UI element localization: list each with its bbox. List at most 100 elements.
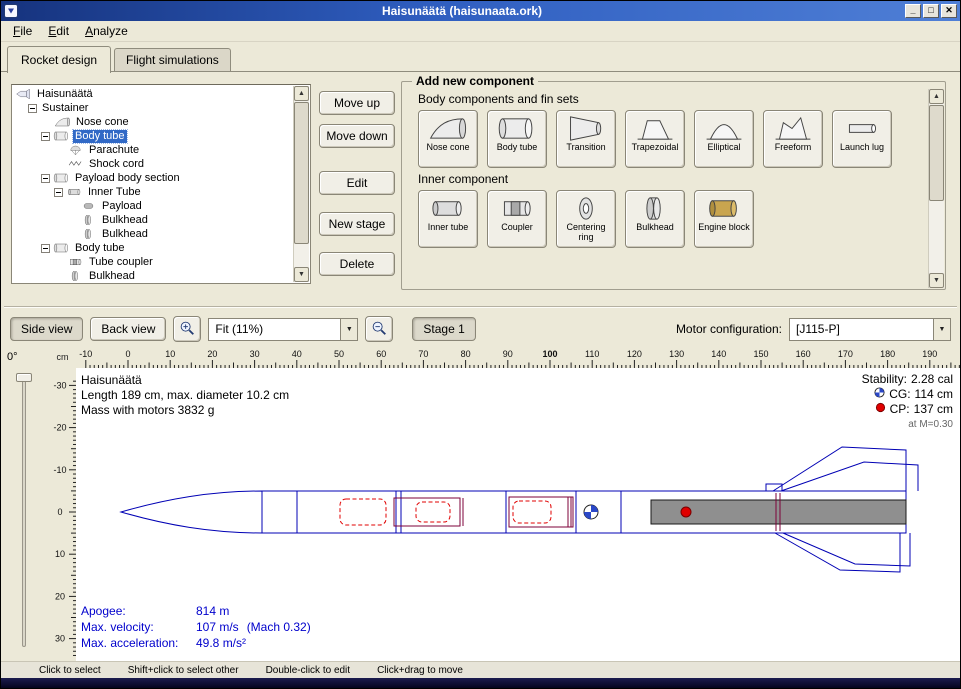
zoom-out-icon <box>370 319 388 340</box>
titlebar[interactable]: Haisunäätä (haisunaata.ork) _ □ ✕ <box>1 1 960 21</box>
stability-label: Stability: <box>862 372 907 387</box>
zoom-in-button[interactable] <box>173 316 201 342</box>
cp-marker <box>681 507 691 517</box>
inner-components-label: Inner component <box>418 172 939 186</box>
diagram-canvas[interactable]: Haisunäätä Length 189 cm, max. diameter … <box>76 368 960 661</box>
motor-config-select[interactable]: [J115-P] ▼ <box>789 318 951 341</box>
add-transition-button[interactable]: Transition <box>556 110 616 168</box>
back-view-button[interactable]: Back view <box>90 317 166 341</box>
add-body-tube-button[interactable]: Body tube <box>487 110 547 168</box>
side-view-button[interactable]: Side view <box>10 317 83 341</box>
add-coupler-button[interactable]: Coupler <box>487 190 547 248</box>
svg-text:80: 80 <box>461 349 471 359</box>
add-bulkhead-button[interactable]: Bulkhead <box>625 190 685 248</box>
app-icon[interactable] <box>4 4 18 18</box>
palette-scrollbar[interactable]: ▲ ▼ <box>928 89 944 288</box>
palette-row-1: Inner tubeCouplerCentering ringBulkheadE… <box>418 190 939 248</box>
collapse-icon[interactable] <box>41 174 50 183</box>
add-elliptical-button[interactable]: Elliptical <box>694 110 754 168</box>
tree-item-bulkhead[interactable]: Bulkhead <box>13 269 293 282</box>
cg-marker <box>584 505 598 519</box>
status-hint: Double-click to edit <box>266 665 350 676</box>
add-trapezoidal-button[interactable]: Trapezoidal <box>625 110 685 168</box>
launchlug-icon <box>842 114 882 143</box>
fin-top-outline <box>773 447 906 491</box>
delete-button[interactable]: Delete <box>319 252 395 276</box>
main-window: Haisunäätä (haisunaata.ork) _ □ ✕ File E… <box>0 0 961 689</box>
tree-item-parachute[interactable]: Parachute <box>13 143 293 157</box>
tree-item-sustainer[interactable]: Sustainer <box>13 101 293 115</box>
add-centering-ring-button[interactable]: Centering ring <box>556 190 616 248</box>
tree-item-tube-coupler[interactable]: Tube coupler <box>13 255 293 269</box>
tree-item-body-tube[interactable]: Body tube <box>13 241 293 255</box>
shockcord-icon <box>67 158 84 170</box>
svg-text:60: 60 <box>376 349 386 359</box>
tree-item-inner-tube[interactable]: Inner Tube <box>13 185 293 199</box>
rotation-slider-handle[interactable] <box>16 373 32 382</box>
menu-analyze[interactable]: Analyze <box>77 22 136 40</box>
motor-config-label: Motor configuration: <box>676 322 782 336</box>
tree-item-bulkhead[interactable]: Bulkhead <box>13 213 293 227</box>
tree-item-nose-cone[interactable]: Nose cone <box>13 115 293 129</box>
cp-value: 137 cm <box>914 402 953 417</box>
palette-scroll-thumb[interactable] <box>929 105 944 201</box>
scroll-up-icon[interactable]: ▲ <box>929 89 944 104</box>
component-tree-panel: HaisunäätäSustainerNose coneBody tubePar… <box>11 84 311 284</box>
collapse-icon[interactable] <box>41 132 50 141</box>
fin-bottom-2-outline <box>783 533 910 566</box>
svg-text:-20: -20 <box>53 423 66 433</box>
tree-item-label: Bulkhead <box>100 214 150 227</box>
add-engine-block-button[interactable]: Engine block <box>694 190 754 248</box>
scroll-up-icon[interactable]: ▲ <box>294 86 309 101</box>
status-hint: Click to select <box>39 665 101 676</box>
add-launch-lug-button[interactable]: Launch lug <box>832 110 892 168</box>
chevron-down-icon[interactable]: ▼ <box>340 319 357 340</box>
tree-scrollbar[interactable]: ▲ ▼ <box>293 86 309 282</box>
zoom-out-button[interactable] <box>365 316 393 342</box>
menu-edit[interactable]: Edit <box>40 22 77 40</box>
rotation-slider[interactable] <box>22 374 26 647</box>
svg-text:70: 70 <box>418 349 428 359</box>
chevron-down-icon[interactable]: ▼ <box>933 319 950 340</box>
nosecone-icon <box>54 116 71 128</box>
tree-item-body-tube[interactable]: Body tube <box>13 129 293 143</box>
view-toolbar: Side view Back view Fit (11%) ▼ Stage 1 … <box>1 312 960 346</box>
tree-item-label: Parachute <box>87 144 141 157</box>
scroll-down-icon[interactable]: ▼ <box>929 273 944 288</box>
minimize-button[interactable]: _ <box>905 4 921 18</box>
bulkhead-icon <box>67 270 84 282</box>
zoom-level-select[interactable]: Fit (11%) ▼ <box>208 318 358 341</box>
maximize-button[interactable]: □ <box>923 4 939 18</box>
new-stage-button[interactable]: New stage <box>319 212 395 236</box>
tree-item-payload[interactable]: Payload <box>13 199 293 213</box>
add-nose-cone-button[interactable]: Nose cone <box>418 110 478 168</box>
tab-flight-simulations[interactable]: Flight simulations <box>114 48 231 72</box>
tab-rocket-design[interactable]: Rocket design <box>7 46 111 73</box>
collapse-icon[interactable] <box>54 188 63 197</box>
tree-item-bulkhead[interactable]: Bulkhead <box>13 227 293 241</box>
tree-item-label: Sustainer <box>40 102 90 115</box>
bulkhead-icon <box>80 214 97 226</box>
close-button[interactable]: ✕ <box>941 4 957 18</box>
add-inner-tube-button[interactable]: Inner tube <box>418 190 478 248</box>
menu-file[interactable]: File <box>5 22 40 40</box>
cg-label: CG: <box>889 387 910 402</box>
acceleration-label: Max. acceleration: <box>81 635 196 651</box>
add-freeform-button[interactable]: Freeform <box>763 110 823 168</box>
scroll-down-icon[interactable]: ▼ <box>294 267 309 282</box>
tree-item-payload-body-section[interactable]: Payload body section <box>13 171 293 185</box>
tree-item-haisun-t[interactable]: Haisunäätä <box>13 87 293 101</box>
move-up-button[interactable]: Move up <box>319 91 395 115</box>
status-hint: Shift+click to select other <box>128 665 239 676</box>
stage-1-toggle[interactable]: Stage 1 <box>412 317 475 341</box>
edit-button[interactable]: Edit <box>319 171 395 195</box>
transition-icon <box>566 114 606 143</box>
svg-text:170: 170 <box>838 349 853 359</box>
tree-scroll-thumb[interactable] <box>294 102 309 244</box>
collapse-icon[interactable] <box>28 104 37 113</box>
tree-item-shock-cord[interactable]: Shock cord <box>13 157 293 171</box>
svg-text:150: 150 <box>753 349 768 359</box>
nosecone-icon <box>428 114 468 143</box>
collapse-icon[interactable] <box>41 244 50 253</box>
move-down-button[interactable]: Move down <box>319 124 395 148</box>
